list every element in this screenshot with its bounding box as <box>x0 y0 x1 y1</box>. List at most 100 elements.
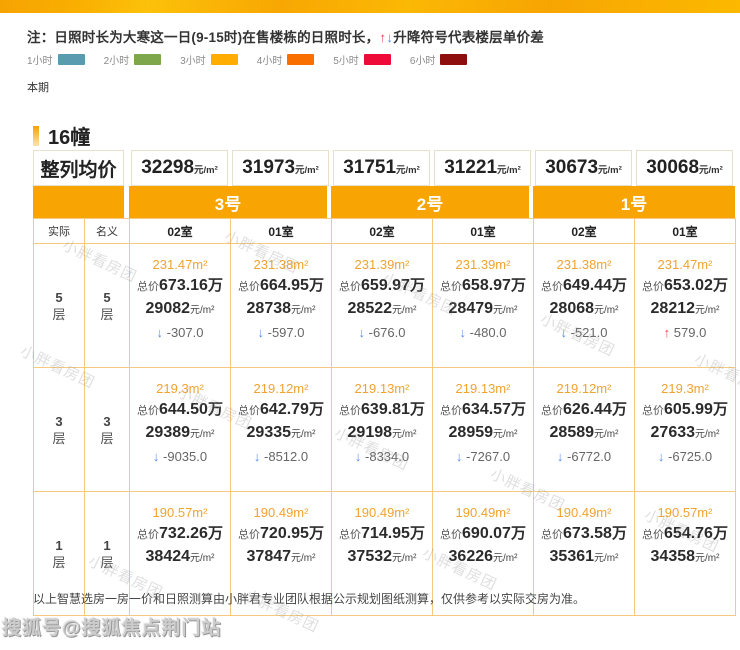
band-blank-section <box>33 186 124 218</box>
floor-suffix: 层 <box>34 430 84 447</box>
price-unit-label: 元/m² <box>190 305 214 316</box>
total-price-label: 总价 <box>440 405 462 417</box>
average-price-row: 整列均价 32298元/m²31973元/m²31751元/m²31221元/m… <box>33 150 735 186</box>
unit-price-line: 28589元/m² <box>534 422 634 446</box>
area-value: 190.57m² <box>635 503 735 523</box>
total-price-label: 总价 <box>541 281 563 293</box>
total-price-value: 626.44 <box>563 401 612 418</box>
total-price-line: 总价654.76万 <box>635 523 735 546</box>
floor-cell: 3层 <box>34 368 85 492</box>
down-arrow-icon: ↓ <box>557 449 564 464</box>
avg-price-value: 31751 <box>343 157 396 178</box>
total-price-unit: 万 <box>208 525 223 542</box>
down-arrow-icon: ↓ <box>456 449 463 464</box>
price-diff-line: ↓ -6725.0 <box>635 446 735 467</box>
total-price-unit: 万 <box>309 525 324 542</box>
price-unit-label: 元/m² <box>493 553 517 564</box>
price-unit-label: 元/m² <box>291 553 315 564</box>
sunshine-note: 注：日照时长为大寒这一日(9-15时)在售楼栋的日照时长，↑↓升降符号代表楼层单… <box>27 26 544 46</box>
avg-price-cell: 30673元/m² <box>535 150 632 186</box>
avg-price-cell: 32298元/m² <box>131 150 228 186</box>
price-unit-label: 元/m² <box>190 429 214 440</box>
avg-price-cell: 30068元/m² <box>636 150 733 186</box>
total-price-value: 605.99 <box>664 401 713 418</box>
price-cell: 231.38m²总价664.95万28738元/m²↓ -597.0 <box>231 244 332 368</box>
price-cell: 219.3m²总价644.50万29389元/m²↓ -9035.0 <box>130 368 231 492</box>
avg-price-value: 31221 <box>444 157 497 178</box>
total-price-unit: 万 <box>410 401 425 418</box>
building-unit-band: 3号2号1号 <box>33 186 735 218</box>
price-diff-line: ↓ -8512.0 <box>231 446 331 467</box>
price-diff-value: -521.0 <box>571 325 608 340</box>
floor-suffix: 层 <box>34 554 84 571</box>
floor-cell: 5层 <box>34 244 85 368</box>
price-diff-value: -7267.0 <box>466 449 510 464</box>
legend-color-swatch <box>287 54 314 65</box>
total-price-line: 总价664.95万 <box>231 275 331 298</box>
price-diff-line: ↑ 579.0 <box>635 322 735 343</box>
price-diff-line: ↓ -521.0 <box>534 322 634 343</box>
column-header-room: 02室 <box>534 219 635 244</box>
area-value: 231.39m² <box>332 255 432 275</box>
total-price-unit: 万 <box>410 277 425 294</box>
price-unit-label: 元/m² <box>695 305 719 316</box>
total-price-value: 690.07 <box>462 525 511 542</box>
legend-item: 3小时 <box>180 52 238 67</box>
price-unit-label: 元/m² <box>695 429 719 440</box>
price-diff-line: ↓ -9035.0 <box>130 446 230 467</box>
unit-price-value: 28068 <box>550 300 595 317</box>
total-price-label: 总价 <box>642 281 664 293</box>
average-price-label: 整列均价 <box>33 150 124 186</box>
building-unit-label: 3号 <box>129 186 327 218</box>
total-price-value: 654.76 <box>664 525 713 542</box>
floor-number: 3 <box>85 413 129 430</box>
unit-price-value: 37847 <box>247 548 292 565</box>
down-arrow-icon: ↓ <box>254 449 261 464</box>
period-label: 本期 <box>27 79 49 95</box>
total-price-line: 总价659.97万 <box>332 275 432 298</box>
total-price-label: 总价 <box>137 281 159 293</box>
unit-price-value: 29082 <box>146 300 191 317</box>
legend-item: 6小时 <box>410 52 468 67</box>
total-price-line: 总价653.02万 <box>635 275 735 298</box>
floor-cell: 3层 <box>85 368 130 492</box>
down-arrow-icon: ↓ <box>460 325 467 340</box>
price-unit-label: 元/m² <box>695 553 719 564</box>
down-arrow-icon: ↓ <box>658 449 665 464</box>
price-diff-value: -8334.0 <box>365 449 409 464</box>
total-price-label: 总价 <box>642 405 664 417</box>
price-unit-label: 元/m² <box>291 429 315 440</box>
area-value: 219.3m² <box>635 379 735 399</box>
total-price-line: 总价732.26万 <box>130 523 230 546</box>
legend-item: 2小时 <box>104 52 162 67</box>
unit-price-value: 38424 <box>146 548 191 565</box>
price-unit-label: 元/m² <box>699 165 723 176</box>
avg-price-value: 32298 <box>141 157 194 178</box>
price-cell: 219.13m²总价639.81万29198元/m²↓ -8334.0 <box>332 368 433 492</box>
price-diff-line: ↓ -307.0 <box>130 322 230 343</box>
unit-price-line: 35361元/m² <box>534 546 634 570</box>
area-value: 219.12m² <box>231 379 331 399</box>
unit-price-line: 34358元/m² <box>635 546 735 570</box>
total-price-unit: 万 <box>208 277 223 294</box>
total-price-value: 659.97 <box>361 277 410 294</box>
total-price-value: 664.95 <box>260 277 309 294</box>
unit-price-line: 36226元/m² <box>433 546 533 570</box>
down-arrow-icon: ↓ <box>355 449 362 464</box>
price-diff-value: 579.0 <box>674 325 707 340</box>
total-price-value: 720.95 <box>260 525 309 542</box>
unit-price-value: 29389 <box>146 424 191 441</box>
total-price-label: 总价 <box>238 281 260 293</box>
total-price-unit: 万 <box>612 401 627 418</box>
price-unit-label: 元/m² <box>392 429 416 440</box>
price-cell: 231.47m²总价673.16万29082元/m²↓ -307.0 <box>130 244 231 368</box>
total-price-unit: 万 <box>309 277 324 294</box>
price-unit-label: 元/m² <box>291 305 315 316</box>
unit-price-line: 37847元/m² <box>231 546 331 570</box>
avg-price-cell: 31751元/m² <box>333 150 430 186</box>
price-unit-label: 元/m² <box>594 553 618 564</box>
area-value: 190.57m² <box>130 503 230 523</box>
legend-color-swatch <box>211 54 238 65</box>
area-value: 219.13m² <box>433 379 533 399</box>
unit-price-value: 36226 <box>449 548 494 565</box>
